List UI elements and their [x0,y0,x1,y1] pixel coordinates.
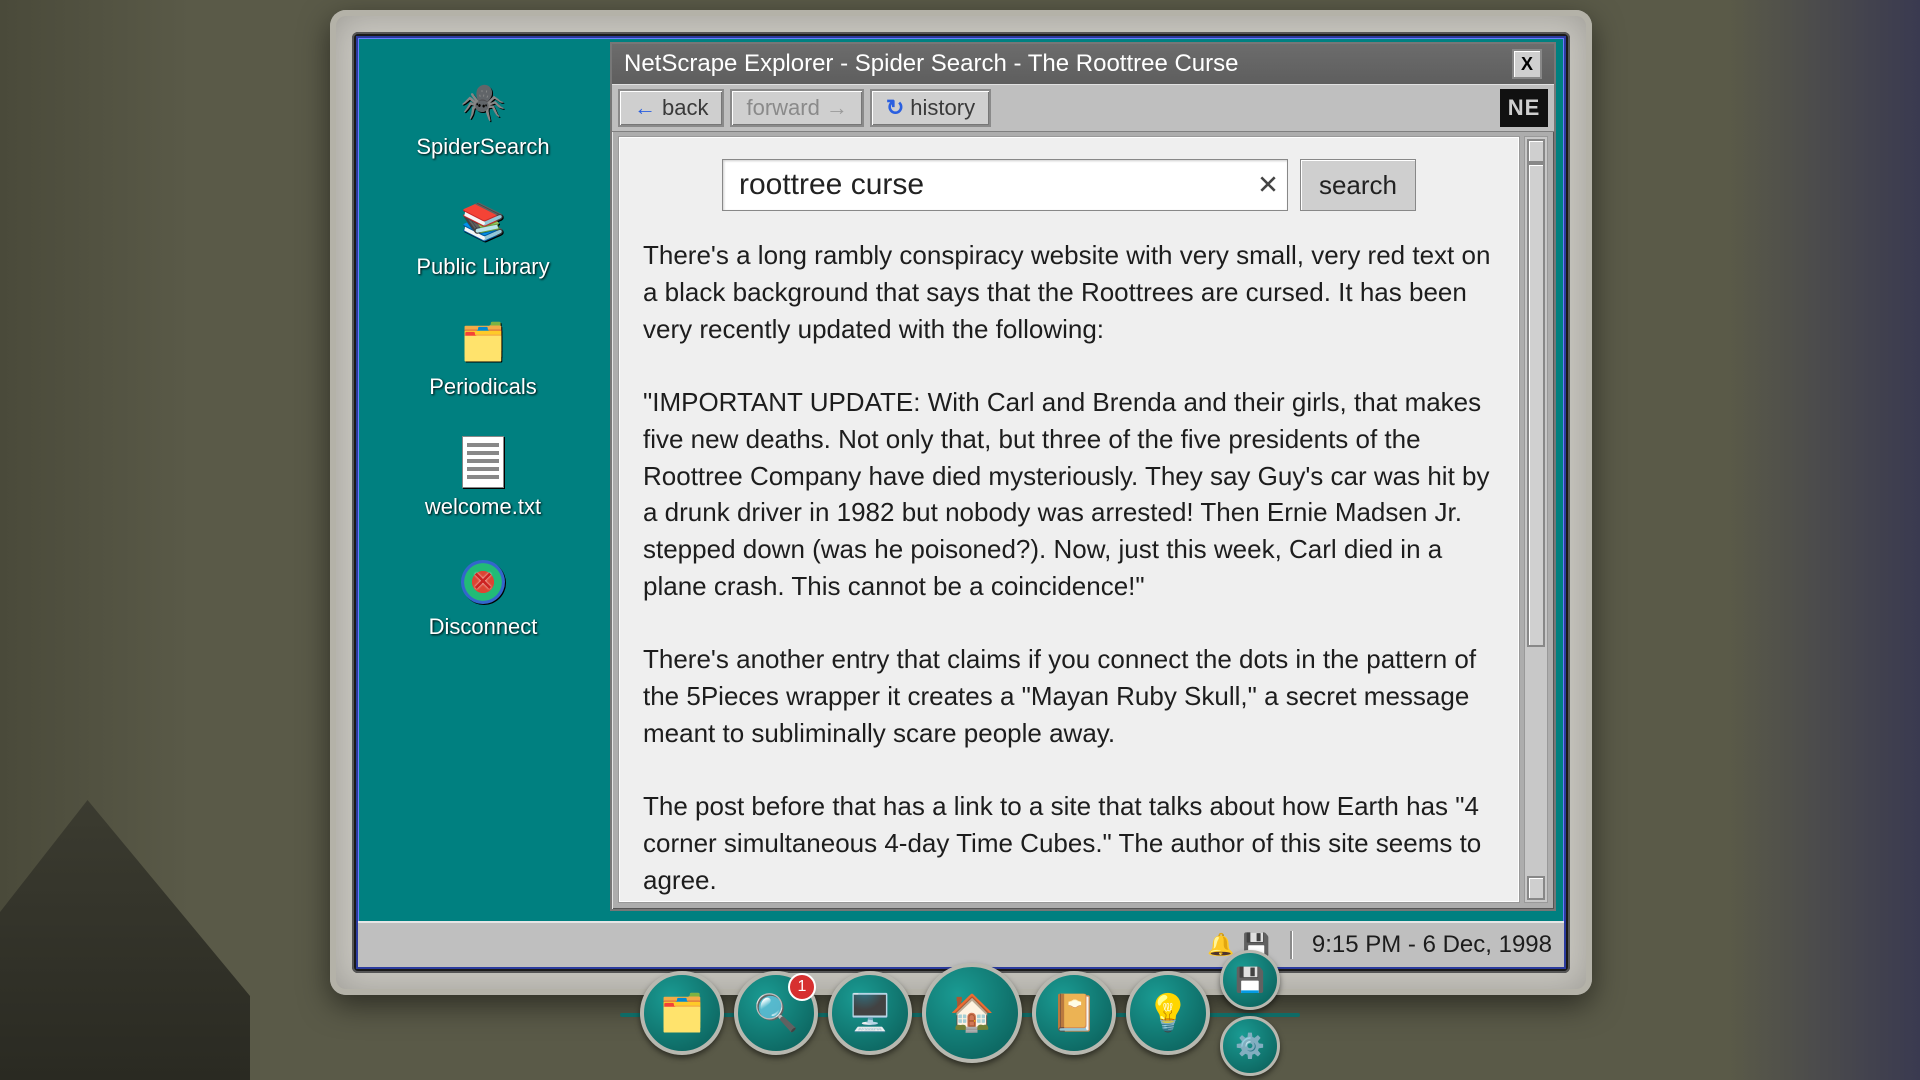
arrow-left-icon: ← [634,95,656,121]
history-button-label: history [910,95,975,121]
taskbar-clock: 9:15 PM - 6 Dec, 1998 [1312,931,1552,959]
desktop-icon-label: Disconnect [429,614,538,640]
dock-home-button[interactable]: 🏠 [922,963,1022,1063]
browser-window: NetScrape Explorer - Spider Search - The… [610,42,1556,911]
desktop-icon-label: Public Library [416,254,549,280]
search-button[interactable]: search [1300,159,1416,211]
vertical-scrollbar[interactable] [1524,136,1548,903]
game-dock: 🗂️ 🔍 1 🖥️ 🏠 📔 💡 💾 ⚙️ [640,950,1280,1076]
browser-toolbar: ← back forward → ↻ history NE [612,84,1554,132]
browser-viewport: ✕ search There's a long rambly conspirac… [618,136,1548,903]
window-title: NetScrape Explorer - Spider Search - The… [624,50,1239,78]
back-button[interactable]: ← back [618,89,724,127]
article-body: There's a long rambly conspiracy website… [643,237,1495,899]
crt-inner: 🕷️ SpiderSearch 📚 Public Library 🗂️ Peri… [352,32,1570,973]
folder-icon: 🗂️ [459,318,507,366]
desktop-icon-spidersearch[interactable]: 🕷️ SpiderSearch [398,78,568,160]
crt-monitor: 🕷️ SpiderSearch 📚 Public Library 🗂️ Peri… [330,10,1592,995]
desktop-icon-label: SpiderSearch [416,134,549,160]
dock-computer-button[interactable]: 🖥️ [828,971,912,1055]
spider-icon: 🕷️ [459,78,507,126]
history-icon: ↻ [886,95,904,121]
desktop-screen: 🕷️ SpiderSearch 📚 Public Library 🗂️ Peri… [356,36,1566,969]
back-button-label: back [662,95,708,121]
forward-button-label: forward [746,95,819,121]
article-paragraph: "IMPORTANT UPDATE: With Carl and Brenda … [643,384,1495,605]
computer-icon: 🖥️ [848,992,893,1034]
page-content: ✕ search There's a long rambly conspirac… [618,136,1520,903]
textfile-icon [459,438,507,486]
dock-settings-button[interactable]: ⚙️ [1220,1016,1280,1076]
browser-brand-logo: NE [1500,89,1548,127]
window-close-button[interactable]: X [1512,49,1542,79]
article-paragraph: There's another entry that claims if you… [643,641,1495,752]
save-icon: 💾 [1235,966,1265,995]
tray-separator [1290,931,1292,959]
notification-badge: 1 [788,973,816,1001]
clear-search-icon[interactable]: ✕ [1257,170,1279,201]
article-paragraph: The post before that has a link to a sit… [643,788,1495,899]
furniture-shadow [0,800,250,1080]
desktop-icon-public-library[interactable]: 📚 Public Library [398,198,568,280]
evidence-icon: 🗂️ [660,992,705,1034]
room-background: 🕷️ SpiderSearch 📚 Public Library 🗂️ Peri… [0,0,1920,1080]
dock-evidence-button[interactable]: 🗂️ [640,971,724,1055]
magnifier-icon: 🔍 [754,992,799,1034]
article-paragraph: There's a long rambly conspiracy website… [643,237,1495,348]
desktop-icon-label: welcome.txt [425,494,541,520]
lightbulb-icon: 💡 [1146,992,1191,1034]
desktop-icon-welcome-txt[interactable]: welcome.txt [398,438,568,520]
dock-save-button[interactable]: 💾 [1220,950,1280,1010]
history-button[interactable]: ↻ history [870,89,991,127]
search-input-wrap[interactable]: ✕ [722,159,1288,211]
books-icon: 📚 [459,198,507,246]
desktop-icon-label: Periodicals [429,374,537,400]
journal-icon: 📔 [1052,992,1097,1034]
scrollbar-thumb[interactable] [1527,163,1545,647]
desktop-icons: 🕷️ SpiderSearch 📚 Public Library 🗂️ Peri… [398,78,568,678]
window-titlebar[interactable]: NetScrape Explorer - Spider Search - The… [612,44,1554,84]
home-icon: 🏠 [950,992,995,1034]
gear-icon: ⚙️ [1235,1032,1265,1061]
search-row: ✕ search [643,159,1495,211]
disconnect-icon [459,558,507,606]
search-input[interactable] [737,167,1247,203]
desktop-icon-periodicals[interactable]: 🗂️ Periodicals [398,318,568,400]
desktop-icon-disconnect[interactable]: Disconnect [398,558,568,640]
arrow-right-icon: → [826,95,848,121]
forward-button: forward → [730,89,863,127]
dock-hint-button[interactable]: 💡 [1126,971,1210,1055]
dock-journal-button[interactable]: 📔 [1032,971,1116,1055]
dock-investigate-button[interactable]: 🔍 1 [734,971,818,1055]
